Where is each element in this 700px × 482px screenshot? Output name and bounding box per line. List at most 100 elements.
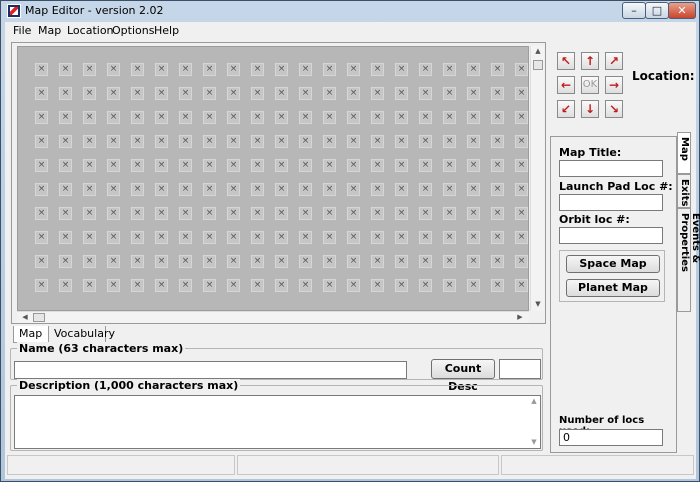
map-cell[interactable]: × <box>491 111 504 124</box>
map-cell[interactable]: × <box>275 255 288 268</box>
map-cell[interactable]: × <box>347 231 360 244</box>
tab-map[interactable]: Map <box>13 326 49 343</box>
map-cell[interactable]: × <box>419 255 432 268</box>
map-cell[interactable]: × <box>107 255 120 268</box>
map-cell[interactable]: × <box>491 255 504 268</box>
map-cell[interactable]: × <box>515 207 528 220</box>
map-cell[interactable]: × <box>299 159 312 172</box>
map-cell[interactable]: × <box>515 183 528 196</box>
map-cell[interactable]: × <box>395 135 408 148</box>
map-cell[interactable]: × <box>419 63 432 76</box>
map-cell[interactable]: × <box>491 183 504 196</box>
map-cell[interactable]: × <box>179 63 192 76</box>
map-cell[interactable]: × <box>59 87 72 100</box>
map-cell[interactable]: × <box>467 255 480 268</box>
map-cell[interactable]: × <box>443 231 456 244</box>
horizontal-scroll-thumb[interactable] <box>33 313 45 322</box>
map-cell[interactable]: × <box>467 63 480 76</box>
menu-location[interactable]: Location <box>67 24 114 37</box>
map-cell[interactable]: × <box>299 231 312 244</box>
map-cell[interactable]: × <box>155 87 168 100</box>
count-desc-button[interactable]: Count Desc <box>431 359 495 393</box>
planet-map-button[interactable]: Planet Map <box>566 279 660 297</box>
map-cell[interactable]: × <box>395 63 408 76</box>
map-cell[interactable]: × <box>131 231 144 244</box>
map-cell[interactable]: × <box>251 183 264 196</box>
map-cell[interactable]: × <box>251 111 264 124</box>
map-cell[interactable]: × <box>395 87 408 100</box>
map-cell[interactable]: × <box>203 231 216 244</box>
map-cell[interactable]: × <box>155 231 168 244</box>
map-cell[interactable]: × <box>419 159 432 172</box>
map-cell[interactable]: × <box>515 159 528 172</box>
map-cell[interactable]: × <box>59 183 72 196</box>
nav-ok-button[interactable]: OK <box>581 76 599 94</box>
nav-southwest-button[interactable]: ↙ <box>557 100 575 118</box>
desc-scroll-down-icon[interactable]: ▼ <box>527 438 541 446</box>
map-cell[interactable]: × <box>467 279 480 292</box>
map-cell[interactable]: × <box>59 135 72 148</box>
map-cell[interactable]: × <box>323 159 336 172</box>
nav-east-button[interactable]: → <box>605 76 623 94</box>
map-cell[interactable]: × <box>491 63 504 76</box>
map-cell[interactable]: × <box>59 231 72 244</box>
map-cell[interactable]: × <box>443 135 456 148</box>
map-cell[interactable]: × <box>491 135 504 148</box>
map-cell[interactable]: × <box>395 183 408 196</box>
map-cell[interactable]: × <box>467 231 480 244</box>
map-cell[interactable]: × <box>491 87 504 100</box>
map-cell[interactable]: × <box>227 63 240 76</box>
map-cell[interactable]: × <box>323 231 336 244</box>
map-cell[interactable]: × <box>467 207 480 220</box>
menu-options[interactable]: Options <box>112 24 154 37</box>
map-cell[interactable]: × <box>35 231 48 244</box>
vertical-scroll-thumb[interactable] <box>533 60 543 70</box>
map-cell[interactable]: × <box>347 255 360 268</box>
nav-north-button[interactable]: ↑ <box>581 52 599 70</box>
map-cell[interactable]: × <box>251 207 264 220</box>
map-cell[interactable]: × <box>227 87 240 100</box>
map-cell[interactable]: × <box>347 207 360 220</box>
space-map-button[interactable]: Space Map <box>566 255 660 273</box>
menu-help[interactable]: Help <box>154 24 179 37</box>
map-cell[interactable]: × <box>59 63 72 76</box>
map-cell[interactable]: × <box>275 183 288 196</box>
map-cell[interactable]: × <box>107 87 120 100</box>
map-cell[interactable]: × <box>371 135 384 148</box>
map-cell[interactable]: × <box>323 87 336 100</box>
map-cell[interactable]: × <box>299 207 312 220</box>
map-cell[interactable]: × <box>371 87 384 100</box>
map-cell[interactable]: × <box>203 255 216 268</box>
horizontal-scrollbar[interactable]: ◀ ▶ <box>17 311 529 323</box>
map-cell[interactable]: × <box>443 87 456 100</box>
map-cell[interactable]: × <box>515 111 528 124</box>
map-cell[interactable]: × <box>131 63 144 76</box>
map-cell[interactable]: × <box>347 159 360 172</box>
map-cell[interactable]: × <box>467 159 480 172</box>
map-cell[interactable]: × <box>107 135 120 148</box>
orbit-loc-field[interactable] <box>559 227 663 244</box>
map-cell[interactable]: × <box>251 231 264 244</box>
map-cell[interactable]: × <box>395 255 408 268</box>
map-cell[interactable]: × <box>203 63 216 76</box>
map-cell[interactable]: × <box>83 135 96 148</box>
map-cell[interactable]: × <box>83 279 96 292</box>
map-cell[interactable]: × <box>131 135 144 148</box>
nav-northwest-button[interactable]: ↖ <box>557 52 575 70</box>
map-cell[interactable]: × <box>155 255 168 268</box>
nav-northeast-button[interactable]: ↗ <box>605 52 623 70</box>
map-cell[interactable]: × <box>371 255 384 268</box>
map-cell[interactable]: × <box>299 279 312 292</box>
map-cell[interactable]: × <box>59 279 72 292</box>
map-cell[interactable]: × <box>515 135 528 148</box>
map-cell[interactable]: × <box>107 183 120 196</box>
map-cell[interactable]: × <box>419 87 432 100</box>
map-cell[interactable]: × <box>83 87 96 100</box>
map-cell[interactable]: × <box>323 207 336 220</box>
map-cell[interactable]: × <box>251 87 264 100</box>
map-cell[interactable]: × <box>107 63 120 76</box>
map-cell[interactable]: × <box>299 255 312 268</box>
menu-map[interactable]: Map <box>38 24 61 37</box>
map-cell[interactable]: × <box>299 63 312 76</box>
map-cell[interactable]: × <box>371 159 384 172</box>
